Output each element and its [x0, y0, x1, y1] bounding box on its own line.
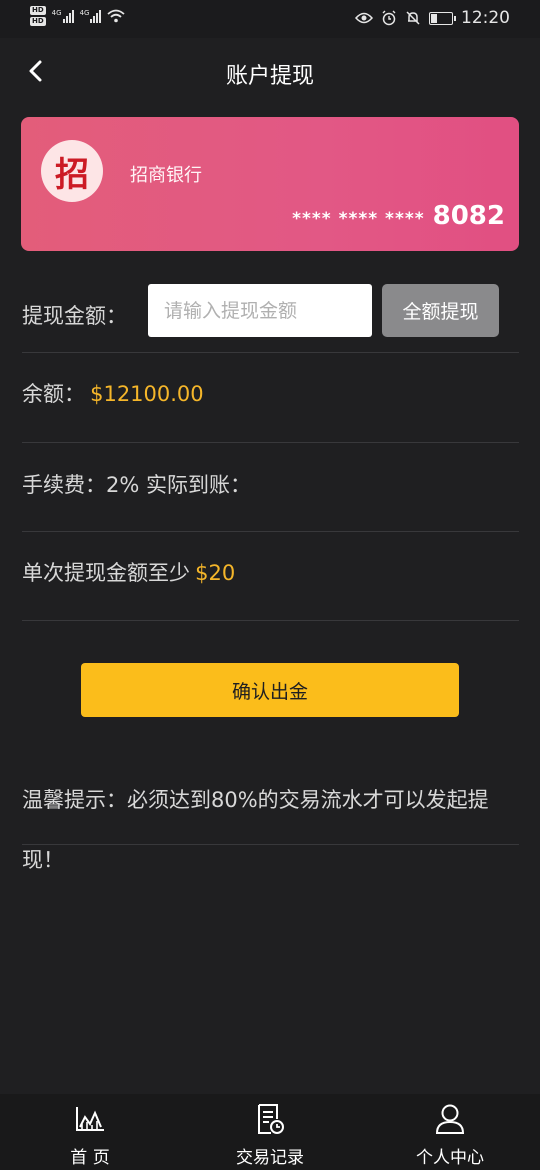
balance-label: 余额：	[22, 382, 85, 406]
alarm-icon	[382, 10, 396, 26]
divider	[22, 352, 519, 353]
bank-logo: 招	[41, 140, 103, 202]
status-right: 12:20	[355, 8, 510, 28]
withdraw-amount-input[interactable]	[148, 284, 372, 337]
minimum-text: 单次提现金额至少	[22, 561, 190, 585]
chart-icon	[76, 1107, 104, 1131]
status-time: 12:20	[461, 8, 510, 28]
page-title: 账户提现	[225, 64, 314, 89]
divider	[22, 442, 519, 443]
divider	[22, 620, 519, 621]
card-number: **** **** **** 8082	[292, 201, 505, 231]
nav-header: 账户提现	[0, 38, 540, 106]
full-withdraw-button[interactable]: 全额提现	[382, 284, 499, 337]
tab-records-label: 交易记录	[236, 1148, 304, 1168]
network-label-2: 4G	[79, 9, 90, 17]
tab-records[interactable]: 交易记录	[180, 1102, 360, 1168]
confirm-withdraw-button[interactable]: 确认出金	[81, 663, 459, 717]
tab-home-label: 首 页	[70, 1148, 110, 1168]
tab-profile[interactable]: 个人中心	[360, 1102, 540, 1168]
tip-text: 温馨提示：必须达到80%的交易流水才可以发起提现！	[22, 788, 489, 872]
status-left: HD HD 4G 4G	[30, 6, 126, 26]
card-last4: 8082	[432, 201, 505, 231]
fee-row: 手续费：2% 实际到账：	[22, 469, 519, 499]
network-label-1: 4G	[51, 9, 62, 17]
user-icon	[435, 1104, 465, 1134]
bank-name: 招商银行	[130, 165, 202, 186]
mute-bell-icon	[406, 11, 420, 25]
minimum-row: 单次提现金额至少 $20	[22, 557, 519, 587]
status-bar: HD HD 4G 4G 12:20	[0, 0, 540, 38]
eye-icon	[355, 12, 373, 24]
bank-card[interactable]: 招 招商银行 **** **** **** 8082	[21, 117, 519, 251]
battery-icon	[429, 11, 456, 25]
signal-icon: 4G	[52, 9, 74, 23]
record-icon	[258, 1104, 284, 1134]
minimum-value: $20	[195, 561, 236, 585]
signal-icon-2: 4G	[80, 9, 102, 23]
withdraw-amount-label: 提现金额：	[22, 304, 127, 328]
tab-home[interactable]: 首 页	[0, 1102, 180, 1168]
balance-row: 余额： $12100.00	[22, 378, 519, 408]
fee-text: 手续费：2% 实际到账：	[22, 473, 251, 497]
balance-value: $12100.00	[90, 382, 204, 406]
withdraw-screen: HD HD 4G 4G 12:20 账户提现 招 招商银行 **** **** …	[0, 0, 540, 1170]
tab-profile-label: 个人中心	[416, 1148, 484, 1168]
wifi-icon	[107, 9, 126, 23]
hd-icon: HD HD	[30, 6, 46, 26]
bottom-tab-bar: 首 页 交易记录 个人中心	[0, 1094, 540, 1170]
divider	[22, 844, 519, 845]
card-number-mask: **** **** ****	[292, 209, 425, 229]
divider	[22, 531, 519, 532]
